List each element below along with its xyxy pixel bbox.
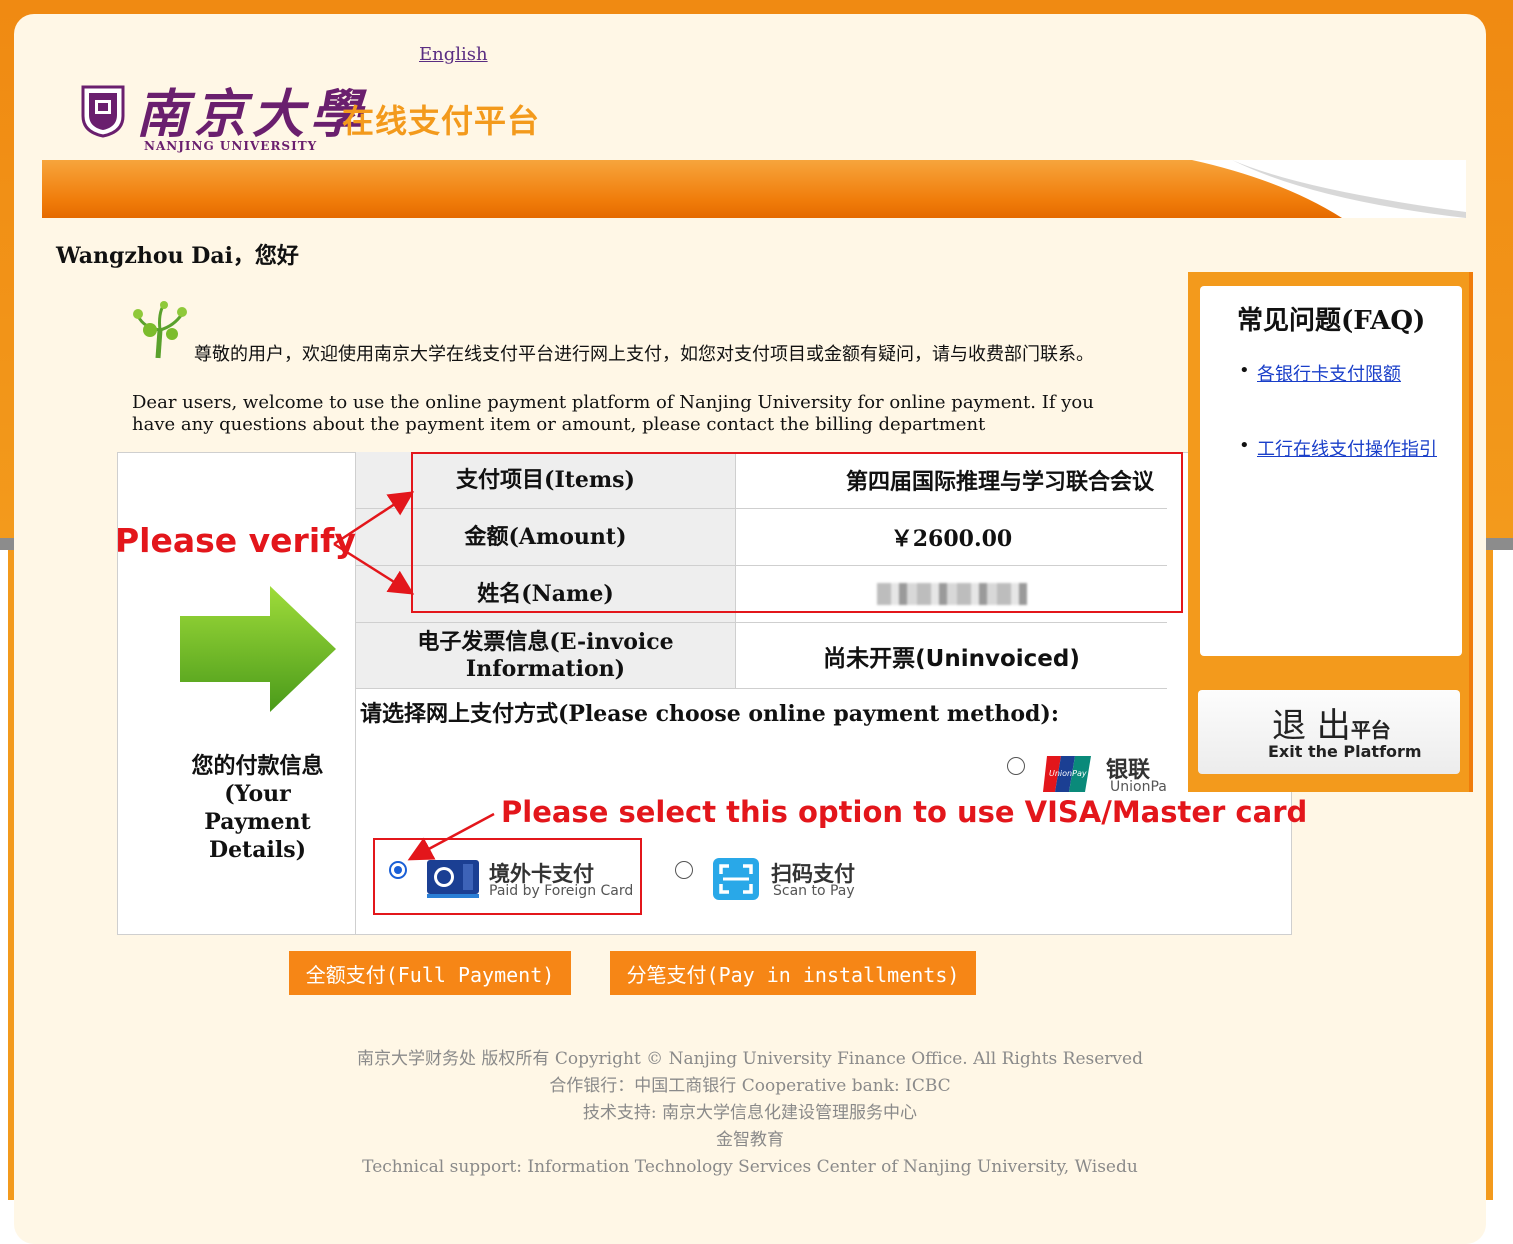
header-banner (42, 160, 1466, 218)
banner-swoosh (1192, 160, 1466, 218)
scan-qr-icon (713, 858, 759, 900)
footer-copyright: 南京大学财务处 版权所有 Copyright © Nanjing Univers… (357, 1049, 1143, 1069)
platform-title: 在线支付平台 (342, 102, 541, 140)
page-footer: 南京大学财务处 版权所有 Copyright © Nanjing Univers… (300, 1046, 1200, 1181)
user-greeting: Wangzhou Dai，您好 (56, 243, 299, 269)
table-row: 电子发票信息(E-invoice Information) 尚未开票(Uninv… (356, 623, 1167, 689)
faq-link-icbc-guide[interactable]: 工行在线支付操作指引 (1257, 435, 1437, 461)
footer-wisedu: 金智教育 (716, 1130, 784, 1150)
select-arrow (407, 812, 495, 861)
payment-details-heading: 您的付款信息(Your Payment Details) (191, 753, 324, 863)
einvoice-label: 电子发票信息(E-invoice Information) (356, 623, 736, 688)
einvoice-value: 尚未开票(Uninvoiced) (823, 645, 1080, 672)
university-logo-text: 南京大學 (136, 84, 369, 145)
unionpay-logo-icon: UnionPay (1043, 756, 1091, 792)
footer-tech-support: 技术支持: 南京大学信息化建设管理服务中心 (582, 1103, 918, 1123)
unionpay-radio[interactable] (1007, 757, 1025, 775)
university-seal-icon (81, 85, 125, 138)
payment-method-prompt: 请选择网上支付方式(Please choose online payment m… (360, 701, 1059, 727)
footer-tech-support-en: Technical support: Information Technolog… (362, 1157, 1138, 1177)
installments-button[interactable]: 分笔支付(Pay in installments) (610, 951, 976, 995)
green-arrow-icon (180, 586, 336, 712)
verify-highlight-box (411, 452, 1183, 613)
faq-link-card-limits[interactable]: 各银行卡支付限额 (1257, 360, 1401, 386)
side-border-right (1486, 550, 1493, 1200)
svg-text:UnionPay: UnionPay (1049, 769, 1087, 778)
scan-to-pay-radio[interactable] (675, 861, 693, 879)
footer-bank: 合作银行：中国工商银行 Cooperative bank: ICBC (549, 1076, 951, 1096)
scan-to-pay-subtitle: Scan to Pay (773, 883, 855, 899)
faq-panel-inner (1200, 286, 1462, 656)
select-option-annotation: Please select this option to use VISA/Ma… (501, 795, 1308, 829)
university-logo-english: NANJING UNIVERSITY (144, 139, 318, 153)
welcome-text-english: Dear users, welcome to use the online pa… (132, 392, 1094, 435)
exit-button-label-en: Exit the Platform (1268, 742, 1422, 761)
faq-title: 常见问题(FAQ) (1237, 306, 1426, 336)
bullet-icon: • (1239, 360, 1250, 381)
bullet-icon: • (1239, 435, 1250, 456)
unionpay-subtitle: UnionPa (1110, 779, 1167, 795)
english-language-link[interactable]: English (419, 44, 488, 65)
full-payment-button[interactable]: 全额支付(Full Payment) (289, 951, 571, 995)
verify-arrows (333, 491, 415, 595)
exit-button-label-cn: 退 出平台 (1272, 706, 1391, 746)
welcome-text-chinese: 尊敬的用户，欢迎使用南京大学在线支付平台进行网上支付，如您对支付项目或金额有疑问… (194, 344, 1094, 365)
